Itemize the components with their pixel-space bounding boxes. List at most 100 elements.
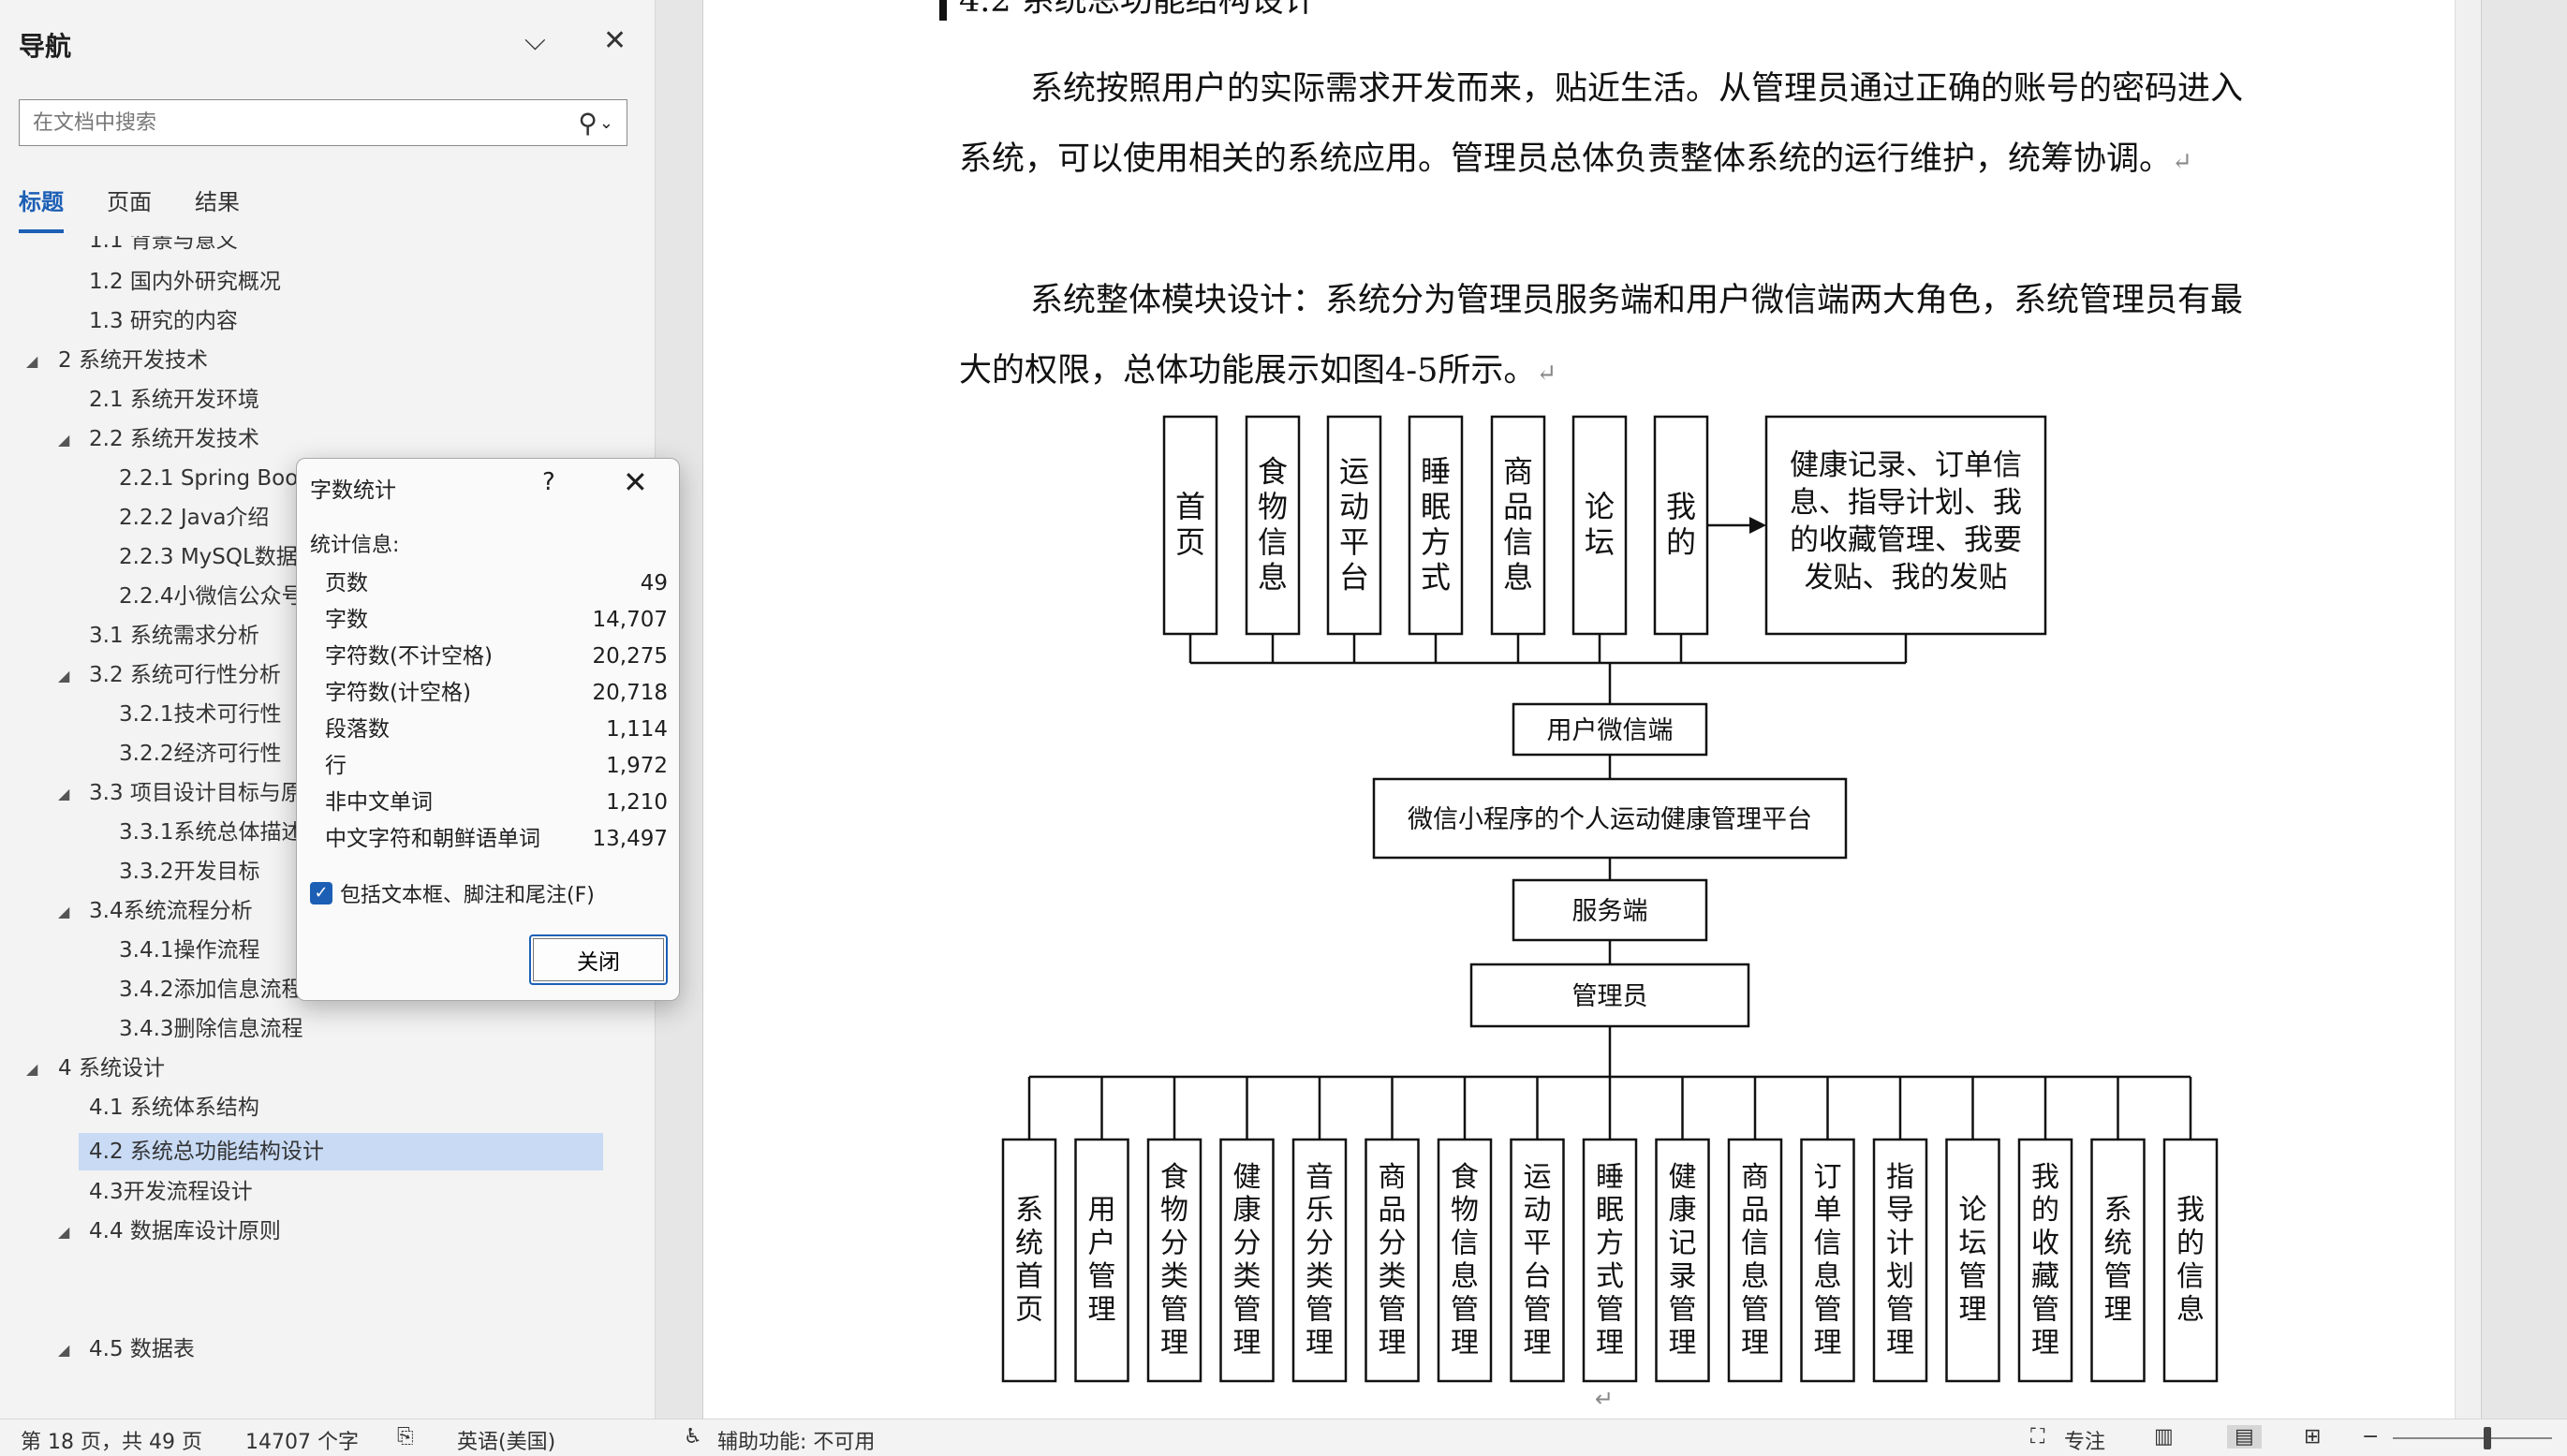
collapse-triangle-icon[interactable]: ◢ <box>58 1341 69 1359</box>
collapse-triangle-icon[interactable]: ◢ <box>58 903 69 920</box>
admin-module-label: 收 <box>2031 1228 2059 1260</box>
collapse-triangle-icon[interactable]: ◢ <box>58 1223 69 1241</box>
admin-module-label: 分 <box>1379 1228 1407 1260</box>
dialog-close-icon[interactable]: ✕ <box>623 464 648 500</box>
outline-item[interactable]: 3.3.2开发目标 <box>119 854 260 890</box>
outline-item[interactable]: 2.2.3 MySQL数据 <box>119 539 298 575</box>
outline-item[interactable]: 4 系统设计 <box>58 1051 165 1086</box>
outline-item[interactable]: 2.2.1 Spring Boot <box>119 461 306 496</box>
collapse-triangle-icon[interactable]: ◢ <box>58 785 69 802</box>
outline-item[interactable]: 3.4系统流程分析 <box>89 893 253 929</box>
outline-item[interactable]: 3.4.2添加信息流程 <box>119 972 303 1007</box>
zoom-slider-thumb[interactable] <box>2484 1427 2491 1449</box>
admin-module-label: 理 <box>1306 1327 1334 1360</box>
user-module-label: 动 <box>1339 489 1369 524</box>
outline-item[interactable]: 4.5 数据表 <box>89 1331 195 1367</box>
admin-module-label: 订 <box>1814 1161 1842 1194</box>
outline-item[interactable]: 2.2.2 Java介绍 <box>119 500 269 536</box>
outline-item[interactable]: 4.4 数据库设计原则 <box>89 1213 281 1249</box>
admin-module-label: 统 <box>1015 1228 1043 1260</box>
include-textbox-checkbox[interactable]: ✓ 包括文本框、脚注和尾注(F) <box>310 878 595 908</box>
search-icon[interactable]: ⚲ <box>578 108 597 139</box>
outline-item[interactable]: 3.4.3删除信息流程 <box>119 1011 303 1047</box>
admin-module-label: 息 <box>1451 1260 1479 1293</box>
admin-module-label: 类 <box>1233 1260 1261 1293</box>
stat-label: 字符数(计空格) <box>325 681 471 705</box>
document-page[interactable]: 4.2 系统总功能结构设计 系统按照用户的实际需求开发而来，贴近生活。从管理员通… <box>702 0 2482 1419</box>
outline-item[interactable]: 3.2.1技术可行性 <box>119 697 282 732</box>
focus-mode-label[interactable]: 专注 <box>2064 1425 2105 1455</box>
outline-item[interactable]: 2.1 系统开发环境 <box>89 382 259 418</box>
outline-item[interactable]: 3.2 系统可行性分析 <box>89 657 281 693</box>
admin-module-label: 眠 <box>1596 1194 1624 1227</box>
checkbox-label: 包括文本框、脚注和尾注(F) <box>340 884 595 907</box>
user-module-label: 我 <box>1666 489 1696 524</box>
admin-module-label: 系 <box>1015 1194 1043 1227</box>
outline-item[interactable]: 3.1 系统需求分析 <box>89 618 259 654</box>
admin-module-label: 坛 <box>1959 1228 1987 1260</box>
tab-pages[interactable]: 页面 <box>107 184 152 233</box>
close-button[interactable]: 关闭 <box>529 934 668 985</box>
tab-headings[interactable]: 标题 <box>19 184 64 233</box>
focus-mode-icon[interactable]: ⛶ <box>2030 1425 2044 1449</box>
user-module-label: 页 <box>1175 524 1205 560</box>
admin-module-label: 单 <box>1814 1194 1842 1227</box>
collapse-triangle-icon[interactable]: ◢ <box>58 667 69 684</box>
stat-label: 字符数(不计空格) <box>325 644 493 669</box>
outline-item-selected[interactable]: 4.2 系统总功能结构设计 <box>89 1134 324 1169</box>
outline-item[interactable]: 2.2 系统开发技术 <box>89 421 259 457</box>
page-indicator[interactable]: 第 18 页，共 49 页 <box>21 1425 202 1455</box>
zoom-out-icon[interactable]: − <box>2362 1425 2379 1449</box>
user-module-label: 平 <box>1339 524 1369 560</box>
admin-module-label: 录 <box>1669 1260 1697 1293</box>
help-button[interactable]: ? <box>542 468 555 496</box>
admin-module-label: 分 <box>1306 1228 1334 1260</box>
outline-item[interactable]: 1.3 研究的内容 <box>89 303 238 339</box>
outline-item[interactable]: 4.3开发流程设计 <box>89 1174 253 1210</box>
accessibility-icon[interactable]: ♿ <box>684 1425 702 1449</box>
outline-item[interactable]: 3.3 项目设计目标与原 <box>89 775 302 811</box>
word-count-indicator[interactable]: 14707 个字 <box>245 1425 359 1455</box>
collapse-triangle-icon[interactable]: ◢ <box>26 352 37 370</box>
outline-item[interactable]: 3.4.1操作流程 <box>119 933 260 968</box>
admin-module-label: 理 <box>1233 1327 1261 1360</box>
nav-search-box[interactable]: ⚲ ⌄ <box>19 99 627 146</box>
admin-module-label: 理 <box>1596 1327 1624 1360</box>
outline-item[interactable]: 4.1 系统体系结构 <box>89 1090 259 1125</box>
admin-module-label: 物 <box>1160 1194 1188 1227</box>
user-module-label: 首 <box>1175 489 1205 524</box>
admin-module-label: 睡 <box>1596 1161 1624 1194</box>
admin-module-label: 物 <box>1451 1194 1479 1227</box>
read-mode-icon[interactable]: ▥ <box>2154 1425 2174 1449</box>
close-icon[interactable]: ✕ <box>603 24 627 57</box>
outline-item[interactable]: 3.2.2经济可行性 <box>119 736 282 772</box>
chevron-down-icon[interactable]: ⌵ <box>524 24 546 57</box>
tab-results[interactable]: 结果 <box>195 184 240 233</box>
outline-item[interactable]: 2 系统开发技术 <box>58 343 208 378</box>
web-layout-icon[interactable]: ⊞ <box>2304 1425 2321 1449</box>
stats-section-label: 统计信息: <box>310 534 400 557</box>
language-indicator[interactable]: 英语(美国) <box>457 1425 555 1455</box>
print-layout-icon[interactable]: ▤ <box>2227 1425 2262 1449</box>
outline-item[interactable]: 2.2.4小微信公众号 <box>119 579 303 614</box>
outline-item[interactable]: 3.3.1系统总体描述 <box>119 815 303 850</box>
admin-module-label: 管 <box>2104 1260 2132 1293</box>
search-input[interactable] <box>33 110 579 135</box>
outline-item[interactable]: 1.2 国内外研究概况 <box>89 264 281 300</box>
user-module-label: 信 <box>1503 524 1533 560</box>
admin-module-label: 健 <box>1233 1161 1261 1194</box>
paragraph-mark-icon: ↵ <box>1595 1386 1615 1412</box>
collapse-triangle-icon[interactable]: ◢ <box>26 1060 37 1078</box>
checkmark-icon[interactable]: ✓ <box>310 882 332 904</box>
outline-item[interactable]: 1.1 背景与意义 <box>89 236 238 258</box>
admin-module-label: 统 <box>2104 1228 2132 1260</box>
collapse-triangle-icon[interactable]: ◢ <box>58 431 69 449</box>
accessibility-status[interactable]: 辅助功能: 不可用 <box>717 1425 875 1455</box>
admin-module-label: 理 <box>1379 1327 1407 1360</box>
dropdown-arrow-icon[interactable]: ⌄ <box>599 113 613 133</box>
stat-value: 1,210 <box>606 790 668 815</box>
zoom-slider-track[interactable] <box>2393 1437 2552 1439</box>
proofing-icon[interactable]: ⎘ <box>397 1425 414 1449</box>
admin-module-label: 划 <box>1886 1260 1914 1293</box>
document-scrollbar[interactable] <box>2455 0 2481 1419</box>
